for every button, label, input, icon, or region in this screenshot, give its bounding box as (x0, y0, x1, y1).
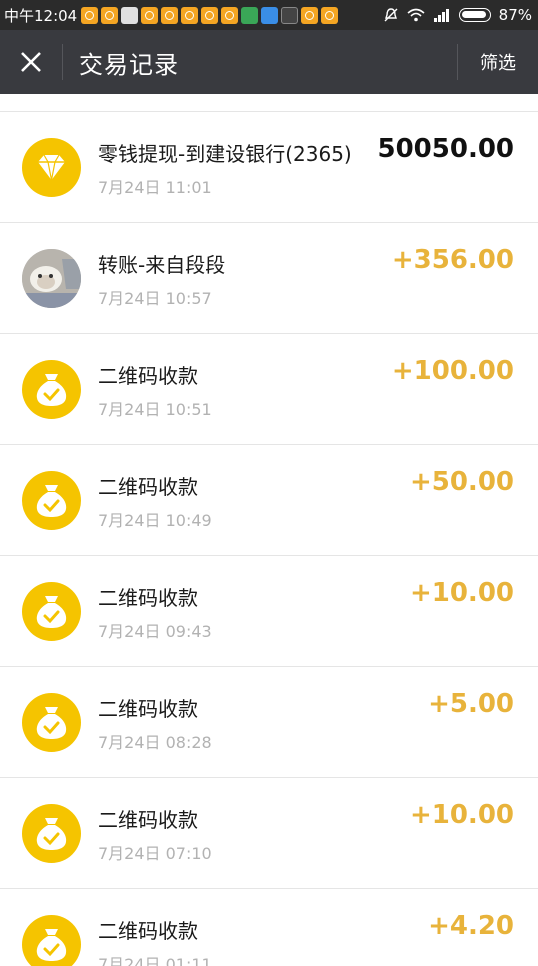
transaction-title: 二维码收款 (98, 697, 198, 721)
app-notification-icon (201, 6, 219, 24)
transaction-time: 7月24日 10:57 (98, 289, 212, 308)
nav-divider (62, 44, 63, 80)
upload-notification-icon (261, 6, 279, 24)
transaction-amount: +4.20 (428, 911, 514, 941)
transaction-amount: +356.00 (391, 245, 514, 275)
transaction-time: 7月24日 10:51 (98, 400, 212, 419)
transaction-row[interactable]: 二维码收款 7月24日 08:28 +5.00 (0, 667, 538, 778)
app-notification-icon (181, 6, 199, 24)
filter-button[interactable]: 筛选 (458, 49, 538, 75)
battery-icon (458, 8, 491, 22)
status-right: 87% (383, 6, 532, 24)
transaction-title: 转账-来自段段 (98, 253, 226, 277)
transaction-amount: +10.00 (409, 800, 514, 830)
signal-icon (433, 9, 449, 22)
money-bag-icon (22, 693, 81, 752)
map-notification-icon (241, 6, 259, 24)
diamond-icon (22, 138, 81, 197)
mute-icon (384, 8, 398, 22)
transaction-title: 二维码收款 (98, 586, 198, 610)
app-notification-icon (301, 6, 319, 24)
battery-percent: 87% (498, 6, 532, 24)
transaction-title: 二维码收款 (98, 919, 198, 943)
transaction-row[interactable]: 二维码收款 7月24日 07:10 +10.00 (0, 778, 538, 889)
list-top-divider (0, 94, 538, 112)
money-bag-icon (22, 582, 81, 641)
transaction-time: 7月24日 10:49 (98, 511, 212, 530)
transaction-time: 7月24日 07:10 (98, 844, 212, 863)
app-notification-icon (161, 6, 179, 24)
transaction-time: 7月24日 08:28 (98, 733, 212, 752)
transaction-row[interactable]: 二维码收款 7月24日 09:43 +10.00 (0, 556, 538, 667)
mail-notification-icon (281, 6, 299, 24)
nav-bar: 交易记录 筛选 (0, 30, 538, 94)
weibo-icon (81, 6, 99, 24)
transaction-row[interactable]: 转账-来自段段 7月24日 10:57 +356.00 (0, 223, 538, 334)
transaction-list: 零钱提现-到建设银行(2365) 7月24日 11:01 50050.00 转账… (0, 94, 538, 966)
app-notification-icon (321, 6, 339, 24)
money-bag-icon (22, 915, 81, 966)
transaction-amount: +10.00 (409, 578, 514, 608)
close-button[interactable] (0, 30, 62, 94)
transaction-title: 二维码收款 (98, 475, 198, 499)
transaction-row[interactable]: 二维码收款 7月24日 10:51 +100.00 (0, 334, 538, 445)
notification-icons (81, 6, 339, 24)
transaction-title: 二维码收款 (98, 364, 198, 388)
transaction-amount: 50050.00 (377, 134, 514, 164)
transaction-row[interactable]: 二维码收款 7月24日 01:11 +4.20 (0, 889, 538, 966)
money-bag-icon (22, 804, 81, 863)
money-bag-icon (22, 360, 81, 419)
transaction-row[interactable]: 二维码收款 7月24日 10:49 +50.00 (0, 445, 538, 556)
transaction-title: 二维码收款 (98, 808, 198, 832)
avatar (22, 249, 81, 308)
transaction-amount: +100.00 (391, 356, 514, 386)
app-notification-icon (221, 6, 239, 24)
photo-notification-icon (121, 6, 139, 24)
transaction-row[interactable]: 零钱提现-到建设银行(2365) 7月24日 11:01 50050.00 (0, 112, 538, 223)
wifi-icon (407, 8, 425, 22)
transaction-amount: +5.00 (428, 689, 514, 719)
status-bar: 中午12:04 87% (0, 0, 538, 30)
close-icon (21, 52, 41, 72)
transaction-amount: +50.00 (409, 467, 514, 497)
app-notification-icon (141, 6, 159, 24)
status-time: 中午12:04 (4, 6, 78, 25)
app-notification-icon (101, 6, 119, 24)
transaction-time: 7月24日 01:11 (98, 955, 212, 966)
transaction-time: 7月24日 11:01 (98, 178, 212, 197)
transaction-title: 零钱提现-到建设银行(2365) (98, 142, 352, 166)
page-title: 交易记录 (79, 50, 179, 79)
money-bag-icon (22, 471, 81, 530)
transaction-time: 7月24日 09:43 (98, 622, 212, 641)
